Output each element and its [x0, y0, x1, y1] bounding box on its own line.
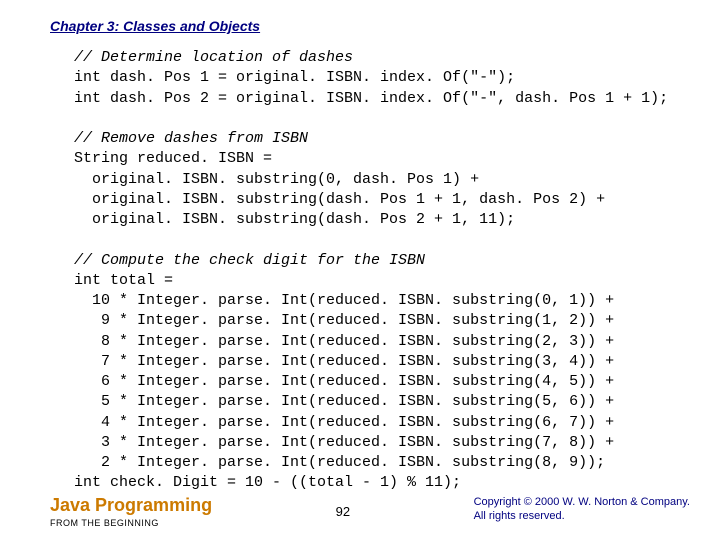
code-comment: // Determine location of dashes — [74, 49, 353, 66]
footer: Java Programming FROM THE BEGINNING 92 C… — [50, 495, 690, 528]
brand-block: Java Programming FROM THE BEGINNING — [50, 495, 212, 528]
code-line: 4 * Integer. parse. Int(reduced. ISBN. s… — [74, 414, 614, 431]
copyright-line1: Copyright © 2000 W. W. Norton & Company. — [474, 495, 690, 509]
code-comment: // Remove dashes from ISBN — [74, 130, 308, 147]
code-line: int dash. Pos 1 = original. ISBN. index.… — [74, 69, 515, 86]
code-line: 2 * Integer. parse. Int(reduced. ISBN. s… — [74, 454, 605, 471]
copyright-line2: All rights reserved. — [474, 509, 690, 523]
code-line: original. ISBN. substring(0, dash. Pos 1… — [74, 171, 479, 188]
code-line: String reduced. ISBN = — [74, 150, 272, 167]
copyright: Copyright © 2000 W. W. Norton & Company.… — [474, 495, 690, 524]
code-line: 9 * Integer. parse. Int(reduced. ISBN. s… — [74, 312, 614, 329]
code-block: // Determine location of dashes int dash… — [74, 48, 690, 494]
code-line: int total = — [74, 272, 173, 289]
code-line: int dash. Pos 2 = original. ISBN. index.… — [74, 90, 668, 107]
code-line: 3 * Integer. parse. Int(reduced. ISBN. s… — [74, 434, 614, 451]
page-number: 92 — [336, 504, 350, 519]
code-comment: // Compute the check digit for the ISBN — [74, 252, 425, 269]
code-line: 5 * Integer. parse. Int(reduced. ISBN. s… — [74, 393, 614, 410]
code-line: 10 * Integer. parse. Int(reduced. ISBN. … — [74, 292, 614, 309]
code-line: 7 * Integer. parse. Int(reduced. ISBN. s… — [74, 353, 614, 370]
brand-title: Java Programming — [50, 495, 212, 516]
code-line: 8 * Integer. parse. Int(reduced. ISBN. s… — [74, 333, 614, 350]
brand-subtitle: FROM THE BEGINNING — [50, 518, 212, 528]
code-line: int check. Digit = 10 - ((total - 1) % 1… — [74, 474, 461, 491]
chapter-title: Chapter 3: Classes and Objects — [50, 18, 690, 34]
code-line: original. ISBN. substring(dash. Pos 2 + … — [74, 211, 515, 228]
code-line: original. ISBN. substring(dash. Pos 1 + … — [74, 191, 605, 208]
code-line: 6 * Integer. parse. Int(reduced. ISBN. s… — [74, 373, 614, 390]
